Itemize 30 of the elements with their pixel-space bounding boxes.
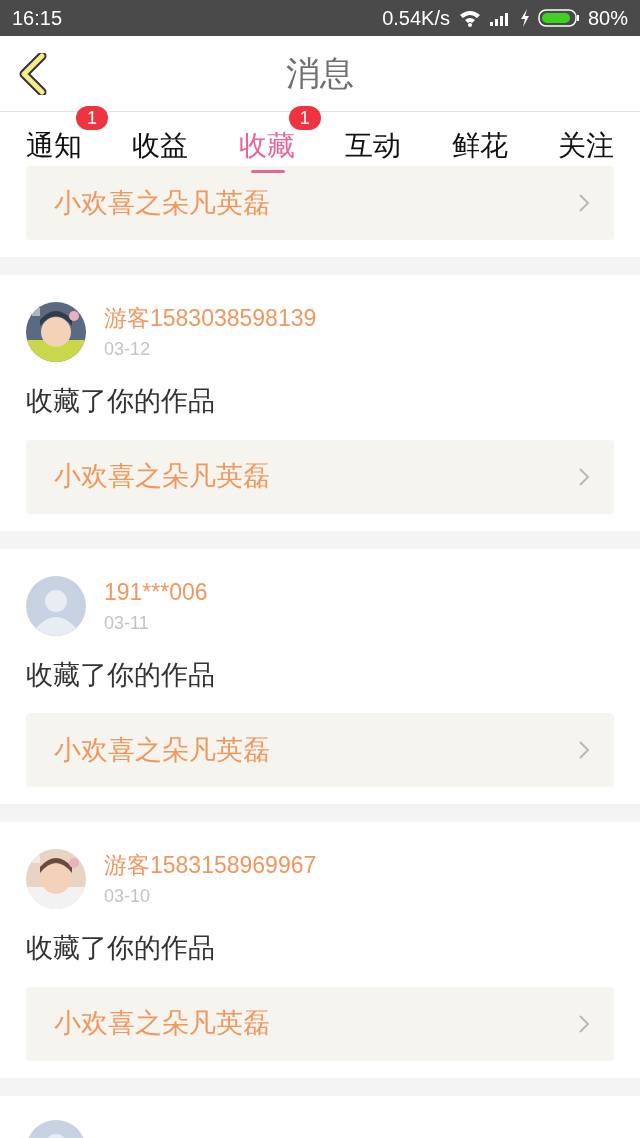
message-date: 03-10 [104,885,152,908]
network-speed: 0.54K/s [382,6,450,31]
work-link[interactable]: 小欢喜之朵凡英磊 [26,713,614,787]
message-text: 收藏了你的作品 [26,385,216,418]
default-avatar-icon [26,575,86,636]
charging-icon [519,9,530,27]
chevron-right-icon [578,1013,590,1034]
status-time: 16:15 [12,6,63,31]
chevron-right-icon [578,193,590,213]
work-title: 小欢喜之朵凡英磊 [54,733,270,767]
battery-percent: 80% [587,6,628,31]
badge: 1 [76,106,108,130]
message-text: 收藏了你的作品 [26,932,216,965]
work-title: 小欢喜之朵凡英磊 [54,1007,270,1041]
work-link[interactable]: 小欢喜之朵凡英磊 [26,986,614,1061]
user-name[interactable]: 191***006 [104,576,208,607]
work-link[interactable]: 小欢喜之朵凡英磊 [26,439,614,514]
badge: 1 [288,106,321,130]
work-link[interactable]: 小欢喜之朵凡英磊 [26,166,614,240]
user-name[interactable]: 游客1583158969967 [104,850,317,880]
message-date: 03-12 [104,338,152,361]
chevron-right-icon [578,740,590,760]
work-title: 小欢喜之朵凡英磊 [54,460,270,494]
work-title: 小欢喜之朵凡英磊 [54,186,270,220]
battery-icon [537,9,580,27]
page-title: 消息 [286,53,354,94]
user-name[interactable]: 游客1583038598139 [104,303,317,333]
message-text: 收藏了你的作品 [26,658,216,692]
chevron-right-icon [578,466,590,487]
message-date: 03-11 [104,611,150,635]
